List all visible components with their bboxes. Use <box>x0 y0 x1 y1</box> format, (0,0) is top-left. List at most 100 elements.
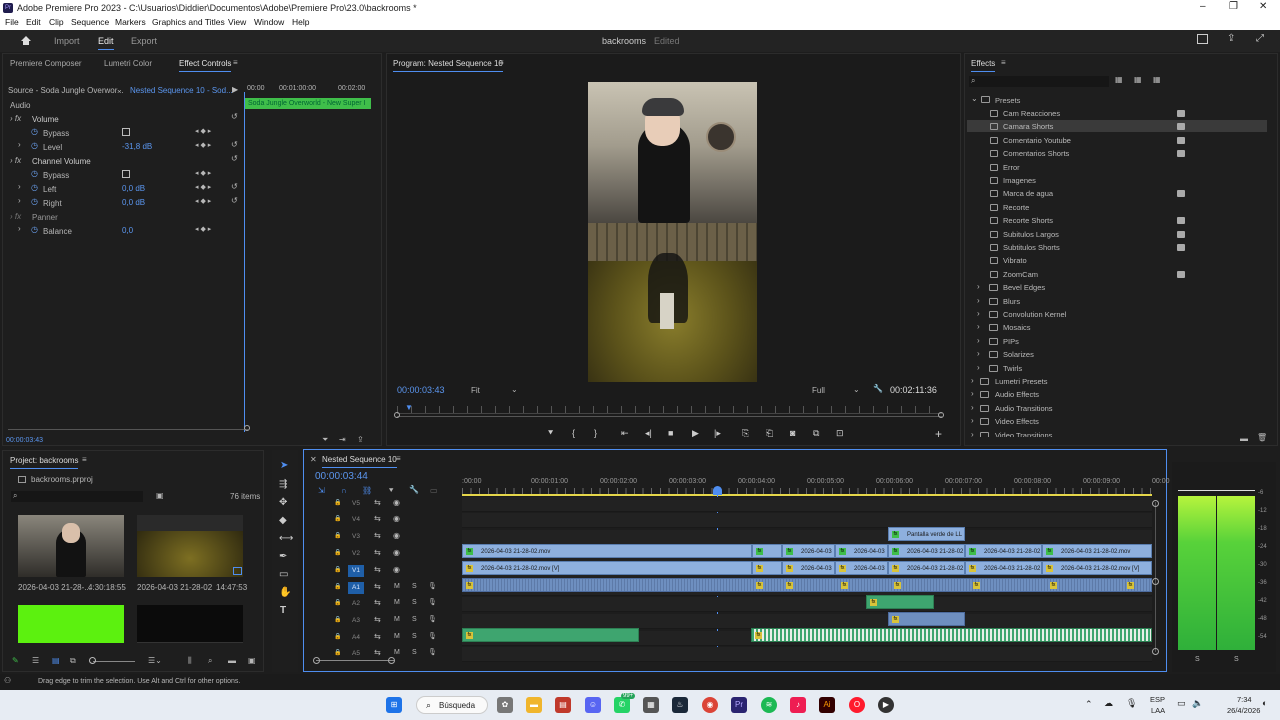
effect-folder[interactable]: › Bevel Edges <box>967 281 1267 293</box>
effect-folder[interactable]: › Blurs <box>967 295 1267 307</box>
preset-item[interactable]: Error <box>967 161 1267 173</box>
selection-tool-icon[interactable]: ➤ <box>280 460 288 471</box>
media-player-icon[interactable]: ▶ <box>878 697 894 713</box>
track-label[interactable]: V3 <box>348 531 364 543</box>
clip-v1-f[interactable]: fx 2026-04-03 21-28-02 <box>965 561 1042 575</box>
preset-item[interactable]: Camara Shorts <box>967 120 1267 133</box>
clip-v2-b[interactable]: fx <box>752 544 782 558</box>
discord-icon[interactable]: ☺ <box>585 697 601 713</box>
effects-search-input[interactable] <box>969 76 1109 87</box>
effect-category[interactable]: › Audio Transitions <box>967 402 1267 414</box>
tab-effect-controls[interactable]: Effect Controls <box>179 59 232 72</box>
microphone-icon[interactable]: 🎙 <box>428 582 437 590</box>
effect-folder[interactable]: › Convolution Kernel <box>967 308 1267 320</box>
icon-view-icon[interactable]: ▤ <box>52 656 60 665</box>
sync-lock-icon[interactable]: ⇆ <box>374 548 381 557</box>
ec-timecode[interactable]: 00:00:03:43 <box>6 437 43 444</box>
track-lane-v5[interactable] <box>462 497 1152 512</box>
track-lane-a2[interactable] <box>462 597 1152 612</box>
track-lane-v3[interactable] <box>462 530 1152 545</box>
ec-timeline-clip[interactable]: Soda Jungle Overworld - New Super I <box>245 98 371 109</box>
menu-graphics[interactable]: Graphics and Titles <box>152 17 225 27</box>
level-value[interactable]: -31,8 dB <box>122 142 152 151</box>
timeline-ruler[interactable]: :00:00 00:00:01:00 00:00:02:00 00:00:03:00 0… <box>462 478 1170 494</box>
microphone-icon[interactable]: 🎙 <box>428 648 437 656</box>
find-icon[interactable]: ⌕ <box>208 656 212 666</box>
microphone-icon[interactable]: 🎙 <box>428 632 437 640</box>
solo-left[interactable]: S <box>1195 656 1200 663</box>
track-label[interactable]: A1 <box>348 582 364 594</box>
reset-icon[interactable]: ↺ <box>231 140 238 149</box>
taskbar-search[interactable]: ⌕ Búsqueda <box>416 696 488 714</box>
lock-icon[interactable]: 🔒 <box>334 499 341 506</box>
add-marker-icon[interactable]: ⯆ <box>547 428 554 439</box>
effects-tab[interactable]: Effects <box>971 59 996 72</box>
track-label[interactable]: A2 <box>348 598 364 610</box>
marker-icon[interactable]: ⯆ <box>388 486 394 496</box>
stopwatch-icon[interactable]: ◷ <box>31 225 38 234</box>
effect-folder[interactable]: › Mosaics <box>967 321 1267 333</box>
clip-v1-g[interactable]: fx 2026-04-03 21-28-02.mov [V] <box>1042 561 1152 575</box>
freeform-view-icon[interactable]: ⧉ <box>70 656 76 666</box>
sync-lock-icon[interactable]: ⇆ <box>374 514 381 523</box>
language-region[interactable]: LAA <box>1151 706 1165 715</box>
zoom-slider[interactable] <box>93 661 135 662</box>
chrome-icon[interactable]: ◉ <box>702 697 718 713</box>
clip-a1[interactable]: fxfxfxfxfxfxfxfxfx <box>462 578 1152 592</box>
sync-lock-icon[interactable]: ⇆ <box>374 632 381 641</box>
sync-lock-icon[interactable]: ⇆ <box>374 615 381 624</box>
bypass-checkbox-2[interactable] <box>122 170 130 178</box>
eye-icon[interactable]: ◉ <box>393 498 400 507</box>
maximize-button[interactable]: ❐ <box>1229 1 1238 12</box>
illustrator-icon[interactable]: Ai <box>819 697 835 713</box>
panel-menu-icon[interactable]: ≡ <box>233 58 238 67</box>
pen-tool-icon[interactable]: ✒ <box>279 551 287 562</box>
preset-item[interactable]: Imagenes <box>967 174 1267 186</box>
effect-folder[interactable]: › Twirls <box>967 362 1267 374</box>
overlay-icon[interactable]: ⧉ <box>813 428 819 439</box>
keyframe-nav[interactable]: ◂ ◆ ▸ <box>195 225 211 233</box>
file-explorer-icon[interactable]: ▬ <box>526 697 542 713</box>
lock-icon[interactable]: 🔒 <box>334 532 341 539</box>
track-header-v4[interactable]: 🔒 V4 ⇆ ◉ <box>334 513 459 528</box>
program-playhead[interactable]: ▼ <box>405 403 413 412</box>
sync-lock-icon[interactable]: ⇆ <box>374 648 381 657</box>
effect-folder[interactable]: › Solarizes <box>967 348 1267 360</box>
clip-v2-f[interactable]: fx 2026-04-03 21-28-02 <box>965 544 1042 558</box>
preset-item[interactable]: Recorte Shorts <box>967 214 1267 226</box>
scroll-handle-end[interactable] <box>938 412 944 418</box>
cloud-icon[interactable]: ☁ <box>1104 698 1113 709</box>
microphone-icon[interactable]: 🎙 <box>428 615 437 623</box>
camera-icon[interactable]: ◙ <box>790 428 795 438</box>
preset-item[interactable]: Comentarios Shorts <box>967 147 1267 159</box>
app-icon[interactable]: ▤ <box>555 697 571 713</box>
premiere-taskbar-icon[interactable]: Pr <box>731 697 747 713</box>
sync-lock-icon[interactable]: ⇆ <box>374 565 381 574</box>
trash-icon[interactable]: 🗑 <box>1257 433 1267 442</box>
solo-button[interactable]: S <box>412 599 417 606</box>
clip-v1-c[interactable]: fx 2026-04-03 <box>782 561 835 575</box>
reset-icon[interactable]: ↺ <box>231 182 238 191</box>
lock-icon[interactable]: 🔒 <box>334 633 341 640</box>
program-scroll[interactable] <box>397 416 942 417</box>
sync-lock-icon[interactable]: ⇆ <box>374 531 381 540</box>
linked-icon[interactable]: ⛓ <box>362 486 372 495</box>
track-label[interactable]: A5 <box>348 648 364 660</box>
track-lane-a5[interactable] <box>462 647 1152 662</box>
clip-v2-d[interactable]: fx 2026-04-03 <box>835 544 888 558</box>
steam-icon[interactable]: ♨ <box>672 697 688 713</box>
solo-button[interactable]: S <box>412 583 417 590</box>
track-header-v3[interactable]: 🔒 V3 ⇆ ◉ <box>334 530 459 545</box>
export-icon[interactable]: ⇪ <box>357 435 364 444</box>
program-tab[interactable]: Program: Nested Sequence 10 <box>393 59 503 72</box>
zoom-handle[interactable] <box>89 657 96 664</box>
chevron-up-icon[interactable]: ⌃ <box>1085 699 1093 710</box>
track-lane-a3[interactable] <box>462 614 1152 629</box>
solo-button[interactable]: S <box>412 633 417 640</box>
reset-volume-icon[interactable]: ↺ <box>231 112 238 121</box>
home-icon[interactable] <box>20 35 32 46</box>
panner-label[interactable]: Panner <box>32 213 58 222</box>
new-bin-icon[interactable]: ▣ <box>156 491 164 500</box>
pencil-icon[interactable]: ✎ <box>12 656 19 665</box>
new-bin-icon[interactable]: ▬ <box>228 656 236 665</box>
